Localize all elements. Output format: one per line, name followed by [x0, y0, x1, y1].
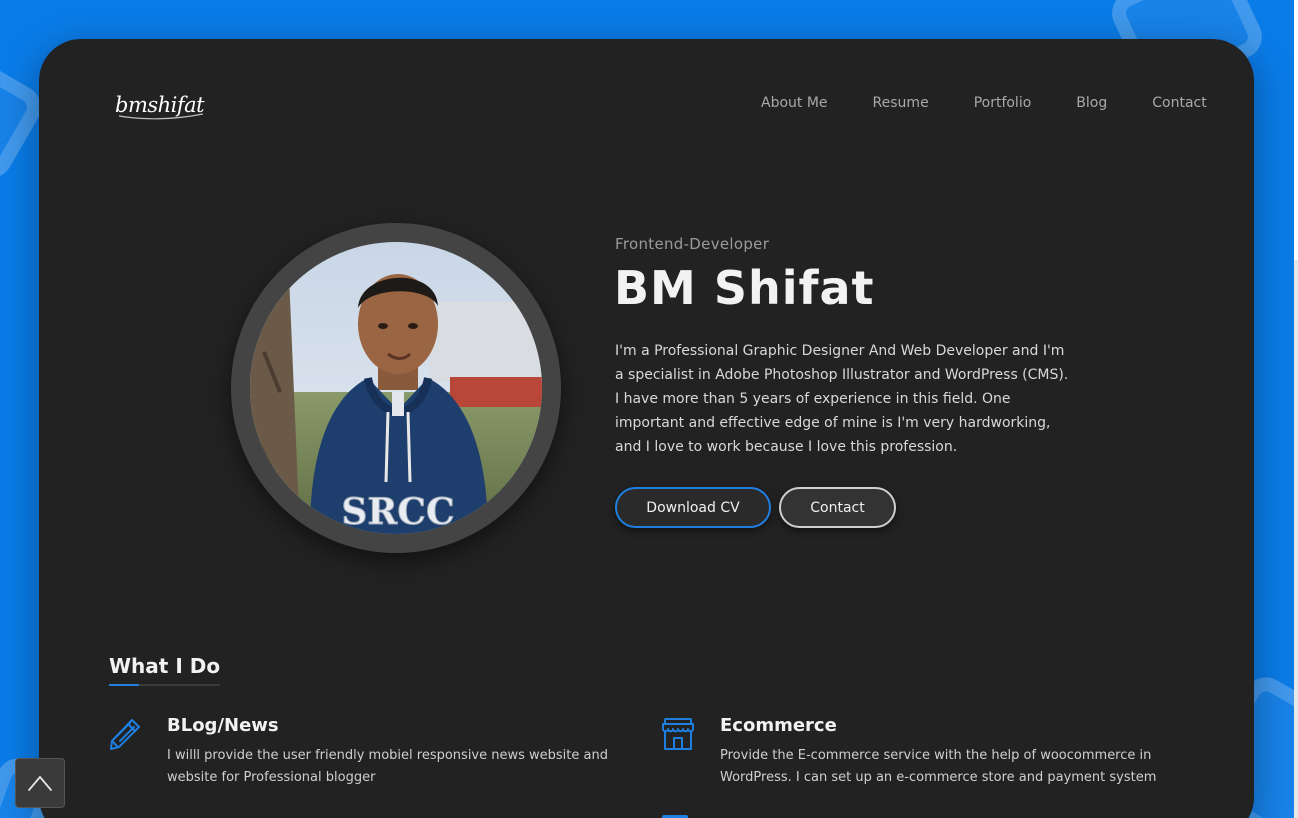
scrollbar-thumb[interactable] [1294, 0, 1298, 260]
profile-photo-frame: SRCC [231, 223, 561, 553]
service-title: BLog/News [167, 715, 279, 736]
service-description: I willl provide the user friendly mobiel… [167, 748, 608, 785]
page-scrollbar[interactable] [1294, 0, 1298, 818]
svg-text:SRCC: SRCC [341, 491, 454, 533]
hero-bio: I'm a Professional Graphic Designer And … [615, 343, 1069, 455]
svg-text:bmshifat: bmshifat [115, 93, 205, 117]
service-title: Ecommerce [720, 715, 837, 736]
main-nav: About Me Resume Portfolio Blog Contact [761, 95, 1207, 111]
hero-name: BM Shifat [614, 261, 875, 315]
download-cv-button[interactable]: Download CV [615, 487, 771, 528]
store-icon [662, 718, 694, 750]
nav-portfolio[interactable]: Portfolio [974, 95, 1032, 111]
scroll-to-top-button[interactable] [15, 758, 65, 808]
profile-photo: SRCC [250, 242, 542, 534]
hero-subtitle: Frontend-Developer [615, 235, 770, 253]
chevron-up-icon [28, 775, 52, 791]
contact-button[interactable]: Contact [779, 487, 896, 528]
nav-resume[interactable]: Resume [873, 95, 929, 111]
main-card: bmshifat About Me Resume Portfolio Blog … [39, 39, 1254, 818]
nav-about-me[interactable]: About Me [761, 95, 828, 111]
brand-logo[interactable]: bmshifat [113, 86, 207, 124]
nav-blog[interactable]: Blog [1076, 95, 1107, 111]
pencil-icon [110, 719, 140, 750]
section-title-text: What I Do [109, 654, 221, 678]
profile-photo-illustration: SRCC [250, 242, 542, 534]
nav-contact[interactable]: Contact [1152, 95, 1206, 111]
section-title-underline [109, 684, 139, 686]
section-title-what-i-do: What I Do [109, 654, 221, 686]
service-description: Provide the E-commerce service with the … [720, 748, 1157, 785]
